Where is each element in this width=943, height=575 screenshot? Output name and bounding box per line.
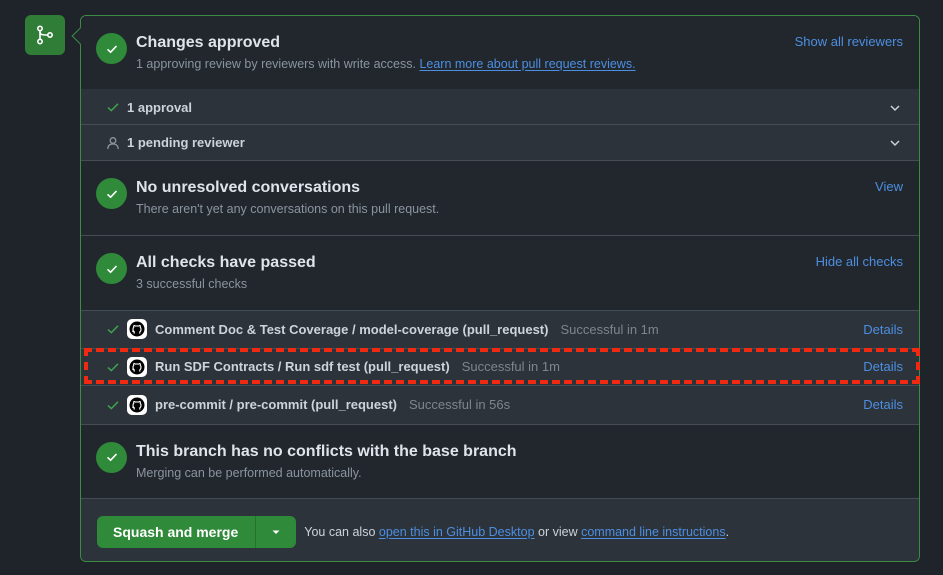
merge-method-dropdown[interactable]	[256, 516, 296, 548]
check-item: pre-commit / pre-commit (pull_request) S…	[81, 386, 919, 424]
checks-section: All checks have passed 3 successful chec…	[81, 236, 919, 311]
squash-and-merge-button[interactable]: Squash and merge	[97, 515, 257, 548]
help-prefix: You can also	[304, 524, 376, 539]
help-suffix: .	[725, 524, 730, 539]
check-name[interactable]: pre-commit / pre-commit (pull_request)	[155, 397, 397, 412]
check-item: Comment Doc & Test Coverage / model-cove…	[81, 311, 919, 349]
open-github-desktop-link[interactable]: open this in GitHub Desktop	[379, 525, 535, 539]
checks-list: Comment Doc & Test Coverage / model-cove…	[81, 311, 919, 425]
check-status: Successful in 1m	[560, 321, 659, 337]
check-icon	[105, 100, 121, 114]
chevron-down-icon[interactable]	[889, 137, 901, 152]
approvals-label: 1 approval	[127, 99, 193, 115]
person-icon	[105, 136, 121, 150]
review-title: Changes approved	[136, 34, 281, 51]
conflicts-section: This branch has no conflicts with the ba…	[81, 424, 919, 499]
check-icon	[105, 360, 121, 374]
hide-all-checks-link[interactable]: Hide all checks	[816, 254, 903, 269]
merge-actions: Squash and merge You can also open this …	[81, 498, 919, 561]
check-icon	[105, 398, 121, 412]
pending-reviewers-row[interactable]: 1 pending reviewer	[81, 125, 919, 161]
conversations-section: No unresolved conversations There aren't…	[81, 161, 919, 236]
pending-reviewers-label: 1 pending reviewer	[127, 135, 245, 150]
github-logo-icon	[127, 319, 147, 340]
merge-box: Changes approved 1 approving review by r…	[80, 15, 920, 562]
chevron-down-icon[interactable]	[889, 102, 901, 117]
conversations-title: No unresolved conversations	[136, 179, 361, 196]
check-icon	[105, 322, 121, 336]
pr-merge-stage: Changes approved 1 approving review by r…	[0, 0, 943, 575]
view-conversations-link[interactable]: View	[875, 179, 903, 194]
success-check-icon	[96, 253, 127, 284]
git-branch-icon	[36, 25, 54, 45]
success-check-icon	[96, 441, 127, 473]
success-check-icon	[96, 33, 127, 64]
conversations-description: There aren't yet any conversations on th…	[136, 202, 440, 216]
review-desc-text: 1 approving review by reviewers with wri…	[136, 57, 416, 71]
github-logo-icon	[127, 394, 147, 415]
merge-button-group: Squash and merge	[97, 515, 297, 548]
help-mid: or view	[538, 524, 578, 539]
check-details-link[interactable]: Details	[863, 359, 903, 374]
review-section: Changes approved 1 approving review by r…	[81, 16, 919, 89]
checks-title: All checks have passed	[136, 254, 316, 271]
command-line-instructions-link[interactable]: command line instructions	[581, 525, 726, 539]
approvals-row[interactable]: 1 approval	[81, 89, 919, 125]
check-details-link[interactable]: Details	[863, 322, 903, 337]
github-logo-icon	[127, 356, 147, 377]
check-item: Run SDF Contracts / Run sdf test (pull_r…	[81, 349, 919, 386]
show-all-reviewers-link[interactable]: Show all reviewers	[795, 34, 903, 49]
review-description: 1 approving review by reviewers with wri…	[136, 55, 903, 73]
triangle-down-icon	[272, 530, 280, 534]
check-details-link[interactable]: Details	[863, 397, 903, 412]
conflicts-title: This branch has no conflicts with the ba…	[136, 442, 517, 460]
learn-more-reviews-link[interactable]: Learn more about pull request reviews.	[419, 57, 635, 71]
checks-description: 3 successful checks	[136, 277, 248, 291]
success-check-icon	[96, 178, 127, 209]
check-status: Successful in 1m	[461, 359, 560, 375]
check-name[interactable]: Run SDF Contracts / Run sdf test (pull_r…	[155, 359, 450, 374]
merge-help-text: You can also open this in GitHub Desktop…	[304, 525, 729, 539]
conflicts-description: Merging can be performed automatically.	[136, 465, 362, 480]
check-name[interactable]: Comment Doc & Test Coverage / model-cove…	[155, 322, 548, 337]
git-merge-badge	[25, 15, 65, 55]
check-status: Successful in 56s	[408, 397, 511, 413]
